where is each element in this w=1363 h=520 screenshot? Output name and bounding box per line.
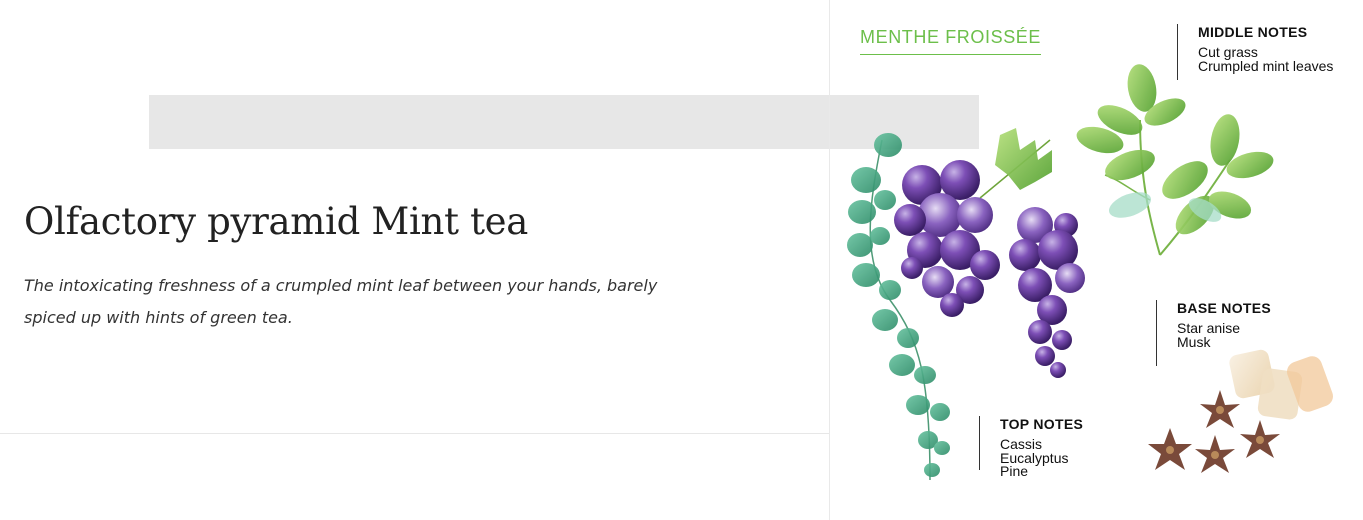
divider-bottom [0, 433, 830, 434]
base-notes: BASE NOTES Star anise Musk [1156, 300, 1271, 366]
middle-notes: MIDDLE NOTES Cut grass Crumpled mint lea… [1177, 24, 1333, 80]
middle-note-item: Crumpled mint leaves [1198, 57, 1334, 74]
top-note-item: Pine [1000, 463, 1029, 479]
brand-name: MENTHE FROISSÉE [860, 27, 1042, 55]
page-title: Olfactory pyramid Mint tea [24, 200, 529, 243]
mint-leaves-icon [1076, 64, 1274, 256]
top-notes-title: TOP NOTES [1000, 416, 1084, 432]
middle-notes-title: MIDDLE NOTES [1198, 24, 1308, 40]
top-notes: TOP NOTES Cassis Eucalyptus Pine [979, 416, 1084, 478]
cassis-icon [894, 160, 1085, 378]
product-info-panel: Olfactory pyramid Mint tea The intoxicat… [0, 0, 979, 520]
vine-leaf-icon [979, 128, 1052, 199]
product-description: The intoxicating freshness of a crumpled… [24, 276, 658, 327]
base-notes-title: BASE NOTES [1177, 300, 1272, 316]
olfactory-pyramid-illustration: MENTHE FROISSÉE MIDDLE NOTES Cut grass C… [830, 0, 1363, 520]
base-note-item: Musk [1177, 333, 1211, 350]
